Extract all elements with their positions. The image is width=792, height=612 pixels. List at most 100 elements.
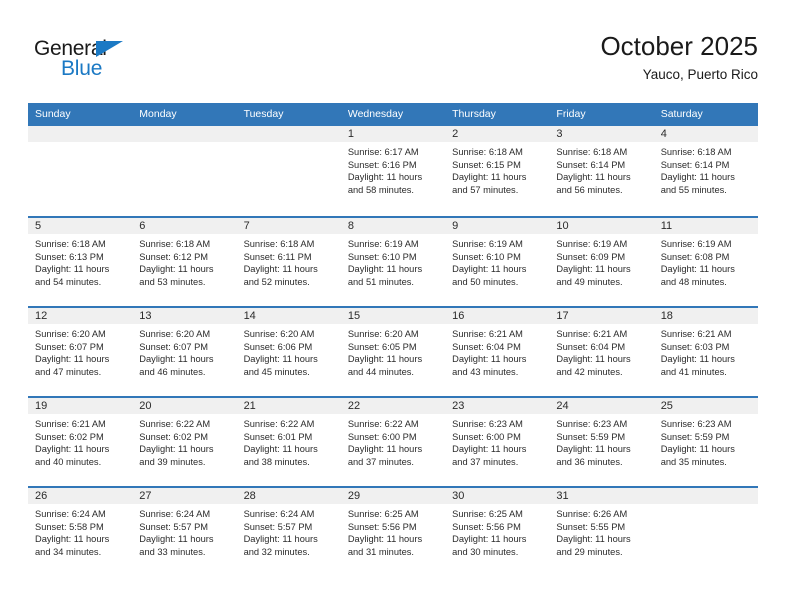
day-cell-30[interactable]: 30 Sunrise: 6:25 AM Sunset: 5:56 PM Dayligh… [445,488,550,576]
daylight-text-line1: Daylight: 11 hours [452,354,527,365]
sunrise-text: Sunrise: 6:18 AM [139,239,211,249]
sunrise-text: Sunrise: 6:21 AM [35,419,106,429]
day-number [236,126,341,142]
day-number: 6 [132,218,237,234]
daylight-text-line1: Daylight: 11 hours [452,264,527,275]
day-cell-21[interactable]: 21 Sunrise: 6:22 AM Sunset: 6:01 PM Dayligh… [236,398,341,486]
sunrise-text: Sunrise: 6:23 AM [452,419,523,429]
day-cell-2[interactable]: 2 Sunrise: 6:18 AM Sunset: 6:15 PM Daylight… [445,126,550,216]
day-details: Sunrise: 6:24 AM Sunset: 5:57 PM Daylight:… [237,504,341,558]
sunrise-text: Sunrise: 6:23 AM [660,419,732,429]
day-details: Sunrise: 6:18 AM Sunset: 6:14 PM Daylight:… [549,142,653,196]
page-title: October 2025 [600,31,758,61]
day-cell-7[interactable]: 7 Sunrise: 6:18 AM Sunset: 6:11 PM Daylight… [236,218,341,306]
sunset-text: Sunset: 6:00 PM [452,431,521,442]
day-cell-23[interactable]: 23 Sunrise: 6:23 AM Sunset: 6:00 PM Dayligh… [445,398,550,486]
sunset-text: Sunset: 6:10 PM [347,251,417,262]
day-details: Sunrise: 6:18 AM Sunset: 6:14 PM Daylight:… [654,142,758,196]
day-cell-22[interactable]: 22 Sunrise: 6:22 AM Sunset: 6:00 PM Dayligh… [340,398,446,486]
sunset-text: Sunset: 6:07 PM [139,341,209,352]
day-number: 25 [653,398,758,414]
day-details: Sunrise: 6:23 AM Sunset: 5:59 PM Daylight:… [549,414,653,468]
day-cell-empty [132,126,237,216]
day-details: Sunrise: 6:18 AM Sunset: 6:15 PM Daylight:… [445,142,549,196]
day-number: 31 [549,488,654,504]
weekday-header-row: Sunday Monday Tuesday Wednesday Thursday Frid… [28,103,758,126]
daylight-text-line1: Daylight: 11 hours [243,354,318,365]
day-cell-29[interactable]: 29 Sunrise: 6:25 AM Sunset: 5:56 PM Dayligh… [340,488,446,576]
sunset-text: Sunset: 5:55 PM [556,521,626,532]
daylight-text-line2: and 41 minutes. [660,366,727,377]
daylight-text-line1: Daylight: 11 hours [452,534,527,545]
day-number [653,488,758,504]
day-cell-empty [28,126,133,216]
sunset-text: Sunset: 6:03 PM [660,341,730,352]
sunrise-text: Sunrise: 6:20 AM [347,329,419,339]
page-header: General Blue October 2025 Yauco, Puerto … [0,0,792,82]
weekday-header-sunday: Sunday [35,108,71,120]
daylight-text-line2: and 29 minutes. [556,546,623,557]
day-cell-28[interactable]: 28 Sunrise: 6:24 AM Sunset: 5:57 PM Dayligh… [236,488,341,576]
day-cell-4[interactable]: 4 Sunrise: 6:18 AM Sunset: 6:14 PM Daylight… [653,126,758,216]
day-cell-26[interactable]: 26 Sunrise: 6:24 AM Sunset: 5:58 PM Dayligh… [28,488,133,576]
day-cell-31[interactable]: 31 Sunrise: 6:26 AM Sunset: 5:55 PM Dayligh… [549,488,654,576]
day-cell-8[interactable]: 8 Sunrise: 6:19 AM Sunset: 6:10 PM Daylight… [340,218,446,306]
daylight-text-line2: and 30 minutes. [452,546,519,557]
day-cell-18[interactable]: 18 Sunrise: 6:21 AM Sunset: 6:03 PM Dayligh… [653,308,758,396]
day-cell-11[interactable]: 11 Sunrise: 6:19 AM Sunset: 6:08 PM Dayligh… [653,218,758,306]
daylight-text-line2: and 46 minutes. [139,366,206,377]
daylight-text-line2: and 58 minutes. [347,184,414,195]
sunrise-text: Sunrise: 6:23 AM [556,419,628,429]
sunset-text: Sunset: 6:14 PM [660,159,730,170]
day-details: Sunrise: 6:20 AM Sunset: 6:07 PM Daylight:… [28,324,132,378]
daylight-text-line1: Daylight: 11 hours [556,354,631,365]
day-cell-1[interactable]: 1 Sunrise: 6:17 AM Sunset: 6:16 PM Daylight… [340,126,446,216]
day-number: 11 [653,218,758,234]
day-cell-20[interactable]: 20 Sunrise: 6:22 AM Sunset: 6:02 PM Dayligh… [132,398,237,486]
sunrise-text: Sunrise: 6:24 AM [35,509,106,519]
sunset-text: Sunset: 5:57 PM [243,521,313,532]
day-cell-16[interactable]: 16 Sunrise: 6:21 AM Sunset: 6:04 PM Dayligh… [445,308,550,396]
logo-text-blue: Blue [61,57,103,80]
sunrise-text: Sunrise: 6:24 AM [139,509,211,519]
day-cell-5[interactable]: 5 Sunrise: 6:18 AM Sunset: 6:13 PM Daylight… [28,218,133,306]
sunset-text: Sunset: 5:56 PM [347,521,417,532]
day-cell-14[interactable]: 14 Sunrise: 6:20 AM Sunset: 6:06 PM Dayligh… [236,308,341,396]
daylight-text-line1: Daylight: 11 hours [660,354,735,365]
daylight-text-line2: and 47 minutes. [35,366,102,377]
daylight-text-line2: and 57 minutes. [452,184,519,195]
day-details: Sunrise: 6:22 AM Sunset: 6:00 PM Daylight:… [341,414,445,468]
day-cell-10[interactable]: 10 Sunrise: 6:19 AM Sunset: 6:09 PM Dayligh… [549,218,654,306]
calendar-weeks: 1 Sunrise: 6:17 AM Sunset: 6:16 PM Daylight… [28,126,758,576]
daylight-text-line2: and 32 minutes. [243,546,310,557]
day-number: 21 [236,398,341,414]
day-cell-27[interactable]: 27 Sunrise: 6:24 AM Sunset: 5:57 PM Dayligh… [132,488,237,576]
day-number: 22 [340,398,446,414]
weekday-header-tuesday: Tuesday [243,108,284,120]
sunrise-text: Sunrise: 6:20 AM [139,329,211,339]
sunrise-text: Sunrise: 6:22 AM [139,419,211,429]
day-cell-19[interactable]: 19 Sunrise: 6:21 AM Sunset: 6:02 PM Dayligh… [28,398,133,486]
day-cell-6[interactable]: 6 Sunrise: 6:18 AM Sunset: 6:12 PM Daylight… [132,218,237,306]
daylight-text-line1: Daylight: 11 hours [35,444,110,455]
day-number: 12 [28,308,133,324]
day-cell-9[interactable]: 9 Sunrise: 6:19 AM Sunset: 6:10 PM Daylight… [445,218,550,306]
day-number: 14 [236,308,341,324]
daylight-text-line1: Daylight: 11 hours [35,534,110,545]
day-cell-3[interactable]: 3 Sunrise: 6:18 AM Sunset: 6:14 PM Daylight… [549,126,654,216]
general-blue-logo[interactable]: General Blue [34,38,144,82]
sunset-text: Sunset: 6:09 PM [556,251,626,262]
daylight-text-line2: and 37 minutes. [452,456,519,467]
day-cell-15[interactable]: 15 Sunrise: 6:20 AM Sunset: 6:05 PM Dayligh… [340,308,446,396]
day-cell-12[interactable]: 12 Sunrise: 6:20 AM Sunset: 6:07 PM Dayligh… [28,308,133,396]
day-details: Sunrise: 6:19 AM Sunset: 6:10 PM Daylight:… [341,234,445,288]
day-details: Sunrise: 6:20 AM Sunset: 6:05 PM Daylight:… [341,324,445,378]
day-cell-25[interactable]: 25 Sunrise: 6:23 AM Sunset: 5:59 PM Dayligh… [653,398,758,486]
daylight-text-line2: and 34 minutes. [35,546,102,557]
day-cell-24[interactable]: 24 Sunrise: 6:23 AM Sunset: 5:59 PM Dayligh… [549,398,654,486]
sunrise-text: Sunrise: 6:19 AM [660,239,732,249]
day-cell-13[interactable]: 13 Sunrise: 6:20 AM Sunset: 6:07 PM Dayligh… [132,308,237,396]
daylight-text-line2: and 36 minutes. [556,456,623,467]
day-cell-17[interactable]: 17 Sunrise: 6:21 AM Sunset: 6:04 PM Dayligh… [549,308,654,396]
daylight-text-line1: Daylight: 11 hours [347,264,423,275]
